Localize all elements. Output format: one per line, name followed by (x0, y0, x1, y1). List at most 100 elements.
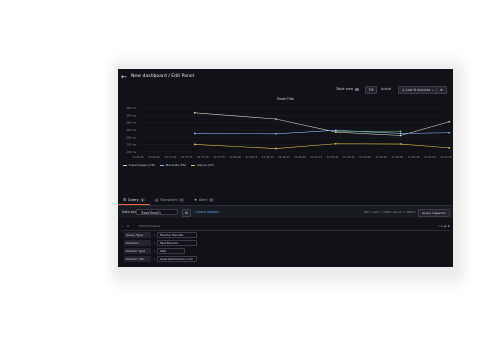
x-tick-label: 12:38:00 (229, 155, 241, 159)
y-tick-label: 200 ms (126, 135, 136, 139)
legend-item[interactable]: Vienna (AT) (191, 163, 214, 167)
x-tick-label: 12:38:45 (278, 155, 290, 159)
series-line (194, 112, 450, 136)
x-tick-label: 12:38:15 (246, 155, 258, 159)
x-tick-label: 12:37:45 (213, 155, 225, 159)
top-bar: ← New dashboard / Edit Panel (118, 69, 453, 84)
tab-alert-badge: 0 (208, 198, 214, 202)
x-tick-label: 12:39:45 (343, 155, 355, 159)
monitor-url-input[interactable]: www.testmonitor.com (157, 256, 197, 262)
data-point (193, 132, 196, 135)
tab-query[interactable]: ☰ Query 1 (118, 195, 150, 205)
x-tick-label: 12:39:30 (327, 155, 339, 159)
zoom-out-icon[interactable]: ⊕ (436, 86, 447, 94)
x-tick-label: 12:39:00 (294, 155, 306, 159)
data-point (399, 132, 402, 135)
data-point (193, 111, 196, 114)
x-tick-label: 12:40:45 (408, 155, 420, 159)
data-source-row: Data source TrackTimeIO ⚙ › Query option… (118, 206, 453, 218)
data-point (274, 118, 277, 120)
legend-label: Copenhagen (CD) (128, 163, 156, 167)
bell-icon: ♦ (194, 198, 198, 202)
x-tick-label: 12:39:15 (310, 155, 322, 159)
legend-label: Vienna (AT) (196, 163, 214, 167)
field-monitor-url: Monitor URL ⓘ www.testmonitor.com (124, 256, 214, 262)
field-monitors: Monitors ⓘ Test Monitor (124, 240, 214, 246)
legend-swatch (191, 164, 196, 166)
time-range-label: Last 6 minutes (405, 88, 431, 92)
data-point (274, 132, 277, 135)
x-tick-label: 12:41:00 (424, 155, 436, 159)
chevron-down-icon: ⌄ (431, 88, 435, 92)
back-arrow-icon[interactable]: ← (121, 73, 129, 81)
x-tick-label: 12:40:00 (359, 155, 371, 159)
data-source-value: TrackTimeIO (141, 211, 161, 215)
x-tick-label: 12:37:30 (197, 155, 209, 159)
copy-icon[interactable]: ⧉ (441, 224, 443, 228)
x-tick-label: 12:36:45 (148, 155, 160, 159)
legend-item[interactable]: Marseille (FR) (160, 163, 186, 167)
data-point (334, 142, 337, 145)
monitor-type-input[interactable]: http (157, 248, 185, 254)
tab-transform-badge: 0 (179, 198, 184, 202)
y-tick-label: 390 ms (126, 106, 136, 110)
table-view-label: Table view (336, 87, 354, 91)
field-monitor-type: Monitor Type ⓘ http (124, 248, 214, 254)
data-point (399, 134, 402, 137)
query-options-label: Query options (196, 210, 219, 214)
data-source-select[interactable]: TrackTimeIO (136, 209, 178, 215)
query-ref-id[interactable]: A (127, 222, 129, 230)
data-point (448, 131, 451, 134)
query-options-button[interactable]: › Query options (194, 209, 219, 215)
y-tick-label: 100 ms (126, 150, 136, 154)
transform-icon: ▤ (154, 198, 159, 202)
help-icon[interactable]: ? (438, 224, 440, 228)
fill-button[interactable]: Fill (365, 86, 378, 94)
tab-transform[interactable]: ▤ Transform 0 (150, 195, 189, 205)
query-meta: MD = auto = 1468 Interval = 300ms (364, 210, 416, 214)
data-point (334, 130, 337, 133)
data-point (274, 147, 277, 150)
tab-alert[interactable]: ♦ Alert 0 (189, 195, 219, 205)
editor-tabs: ☰ Query 1 ▤ Transform 0 ♦ Alert 0 (118, 195, 453, 206)
query-type-select[interactable]: Monitor Results (157, 232, 197, 238)
y-tick-label: 250 ms (126, 128, 136, 132)
monitors-select[interactable]: Test Monitor (157, 240, 197, 246)
query-header: ⌄ A (TrackTimeIO) ? ⧉ ◉ ✖ (121, 222, 450, 231)
data-point (399, 143, 402, 145)
chart-area: Panel Title 390 ms 350 ms 300 ms 250 ms 200 … (118, 94, 453, 162)
info-icon: ⓘ (153, 241, 157, 245)
table-view-toggle[interactable]: Table view (336, 86, 360, 92)
edit-panel-window: ← New dashboard / Edit Panel Table view … (118, 69, 453, 267)
trash-icon[interactable]: ✖ (447, 224, 450, 228)
toggle-switch[interactable] (355, 87, 360, 91)
tab-transform-label: Transform (159, 198, 178, 202)
x-tick-label: 12:37:00 (165, 155, 177, 159)
query-source: (TrackTimeIO) (139, 224, 160, 228)
data-point (448, 146, 451, 149)
data-point (448, 120, 451, 123)
tab-query-badge: 1 (140, 197, 145, 202)
query-actions: ? ⧉ ◉ ✖ (438, 222, 450, 230)
field-label: Query Type (124, 232, 151, 238)
legend-item[interactable]: Copenhagen (CD) (123, 163, 155, 167)
query-inspector-button[interactable]: Query inspector (418, 209, 450, 217)
info-icon: ⓘ (153, 257, 157, 261)
legend-swatch (123, 164, 127, 166)
gear-icon[interactable]: ⚙ (182, 209, 191, 217)
actual-button[interactable]: Actual (381, 86, 391, 92)
panel-toolbar: Table view Fill Actual ◷ Last 6 minutes … (118, 84, 453, 94)
page-title: New dashboard / Edit Panel (131, 74, 194, 79)
collapse-chevron-icon[interactable]: ⌄ (121, 224, 124, 228)
x-tick-label: 12:37:15 (181, 155, 193, 159)
tab-query-label: Query (127, 197, 139, 202)
info-icon: ⓘ (153, 233, 157, 237)
field-label: Monitor URL (124, 256, 151, 262)
chart-legend: Copenhagen (CD) Marseille (FR) Vienna (AT) (123, 162, 214, 168)
y-tick-label: 350 ms (126, 113, 136, 117)
field-label: Monitor Type (124, 248, 151, 254)
x-tick-label: 12:41:15 (440, 155, 452, 159)
y-tick-label: 150 ms (126, 143, 136, 147)
data-point (193, 143, 196, 146)
time-range-picker[interactable]: ◷ Last 6 minutes ⌄ (398, 86, 439, 94)
